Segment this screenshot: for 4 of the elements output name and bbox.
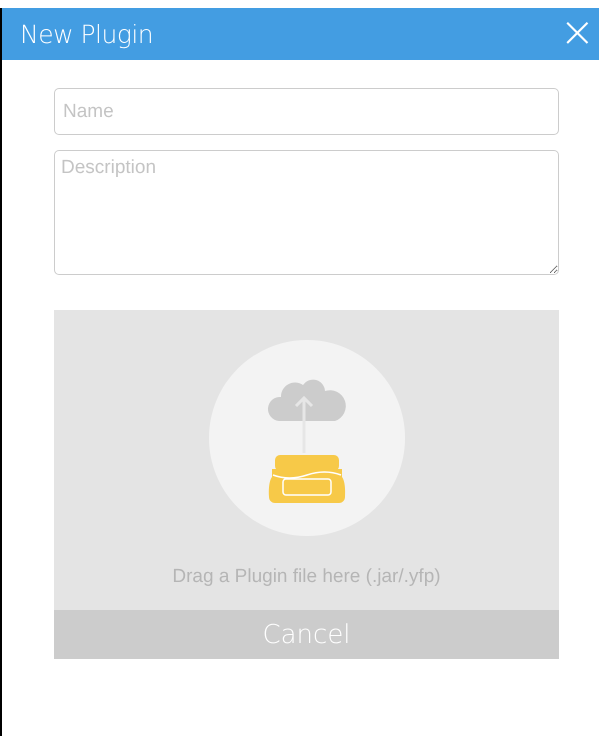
dialog-title: New Plugin bbox=[20, 20, 154, 48]
description-field[interactable]: Description bbox=[54, 150, 559, 275]
close-button[interactable]: × bbox=[556, 11, 599, 57]
name-field[interactable]: Name bbox=[54, 88, 559, 135]
